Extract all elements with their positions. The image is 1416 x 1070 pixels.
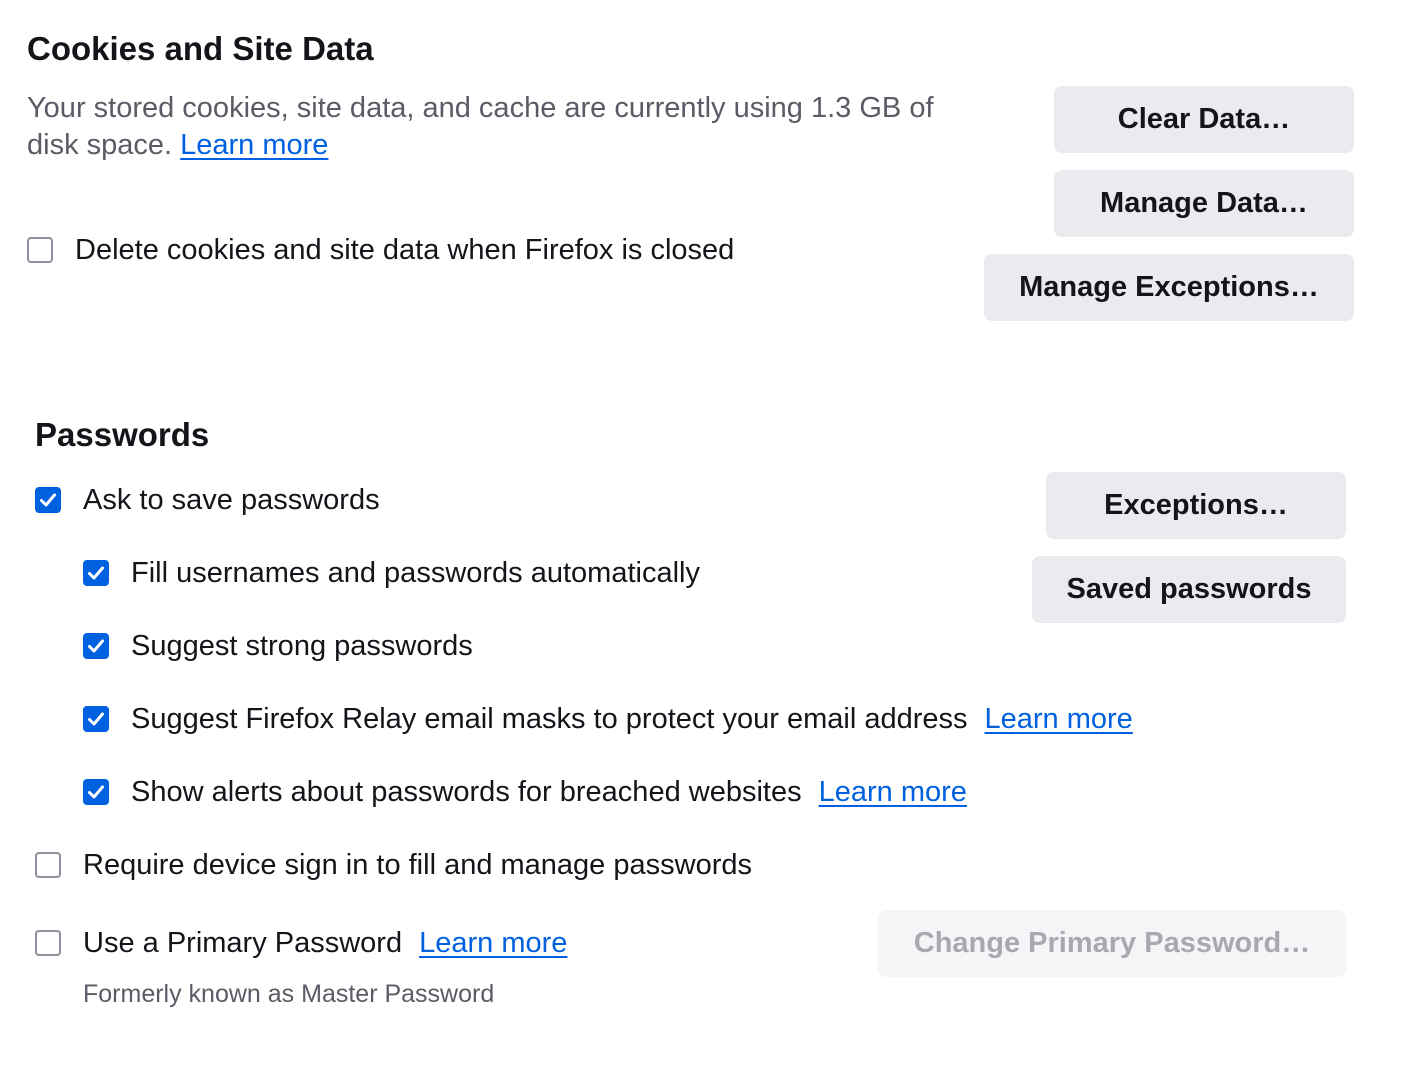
- primary-password-learn-more-link[interactable]: Learn more: [419, 927, 567, 960]
- ask-to-save-checkbox[interactable]: [35, 487, 61, 513]
- passwords-heading: Passwords: [35, 416, 210, 453]
- relay-learn-more-link[interactable]: Learn more: [985, 703, 1133, 736]
- suggest-strong-checkbox[interactable]: [83, 633, 109, 659]
- change-primary-password-button: Change Primary Password…: [878, 910, 1346, 977]
- manage-data-button[interactable]: Manage Data…: [1054, 170, 1354, 237]
- cookies-description: Your stored cookies, site data, and cach…: [27, 90, 987, 164]
- delete-cookies-label: Delete cookies and site data when Firefo…: [75, 233, 735, 266]
- cookies-learn-more-link[interactable]: Learn more: [180, 129, 328, 161]
- checkmark-icon: [88, 639, 104, 653]
- relay-masks-label: Suggest Firefox Relay email masks to pro…: [131, 702, 968, 735]
- saved-passwords-button[interactable]: Saved passwords: [1032, 556, 1346, 623]
- primary-password-checkbox[interactable]: [35, 930, 61, 956]
- clear-data-button[interactable]: Clear Data…: [1054, 86, 1354, 153]
- cookies-heading: Cookies and Site Data: [27, 30, 374, 67]
- breach-alerts-label: Show alerts about passwords for breached…: [131, 775, 802, 808]
- delete-cookies-on-close-option[interactable]: Delete cookies and site data when Firefo…: [27, 234, 734, 266]
- primary-password-option[interactable]: Use a Primary Password Learn more: [35, 927, 567, 959]
- breach-alerts-checkbox[interactable]: [83, 779, 109, 805]
- device-signin-option[interactable]: Require device sign in to fill and manag…: [35, 849, 752, 881]
- checkmark-icon: [88, 785, 104, 799]
- suggest-strong-label: Suggest strong passwords: [131, 629, 473, 662]
- fill-automatically-option[interactable]: Fill usernames and passwords automatical…: [83, 557, 700, 589]
- password-exceptions-button[interactable]: Exceptions…: [1046, 472, 1346, 539]
- device-signin-checkbox[interactable]: [35, 852, 61, 878]
- checkmark-icon: [88, 712, 104, 726]
- primary-password-note: Formerly known as Master Password: [83, 980, 495, 1008]
- breach-alerts-option[interactable]: Show alerts about passwords for breached…: [83, 776, 967, 808]
- fill-automatically-checkbox[interactable]: [83, 560, 109, 586]
- ask-to-save-label: Ask to save passwords: [83, 483, 380, 516]
- breach-learn-more-link[interactable]: Learn more: [819, 776, 967, 809]
- device-signin-label: Require device sign in to fill and manag…: [83, 848, 752, 881]
- checkmark-icon: [40, 493, 56, 507]
- cookies-description-text: Your stored cookies, site data, and cach…: [27, 92, 934, 161]
- fill-automatically-label: Fill usernames and passwords automatical…: [131, 556, 700, 589]
- manage-exceptions-button[interactable]: Manage Exceptions…: [984, 254, 1354, 321]
- relay-masks-option[interactable]: Suggest Firefox Relay email masks to pro…: [83, 703, 1133, 735]
- ask-to-save-passwords-option[interactable]: Ask to save passwords: [35, 484, 380, 516]
- checkmark-icon: [88, 566, 104, 580]
- relay-masks-checkbox[interactable]: [83, 706, 109, 732]
- suggest-strong-passwords-option[interactable]: Suggest strong passwords: [83, 630, 473, 662]
- primary-password-label: Use a Primary Password: [83, 926, 403, 959]
- delete-cookies-checkbox[interactable]: [27, 237, 53, 263]
